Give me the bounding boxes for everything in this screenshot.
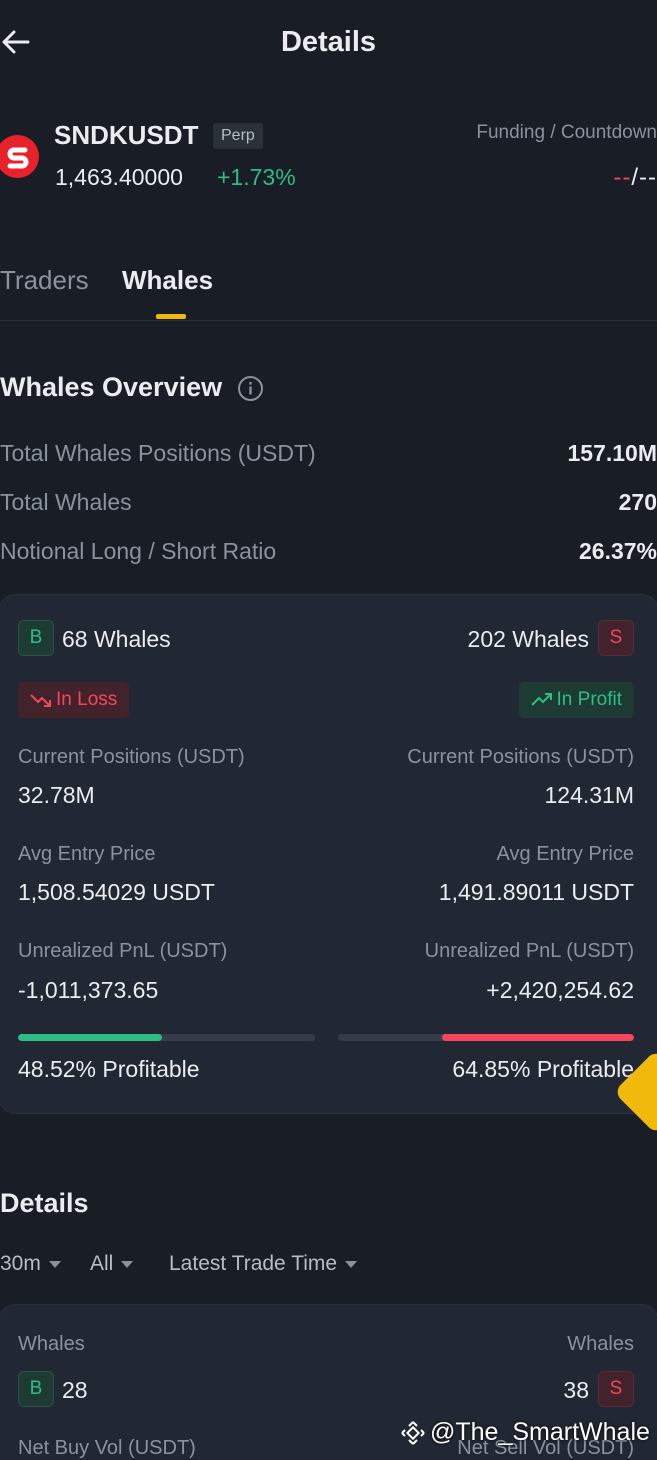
long-profitable-text: 48.52% Profitable — [18, 1056, 200, 1082]
funding-value: --/-- — [613, 164, 657, 192]
overview-label-total-whales: Total Whales — [0, 489, 132, 515]
in-loss-label: In Loss — [56, 689, 118, 710]
overview-label-ls-ratio: Notional Long / Short Ratio — [0, 538, 277, 564]
tab-divider — [0, 320, 657, 321]
details-title: Details — [0, 1188, 89, 1218]
overview-label-total-positions: Total Whales Positions (USDT) — [0, 440, 316, 466]
long-whales-count: 68 Whales — [62, 626, 171, 652]
watermark: @The_SmartWhale — [400, 1418, 650, 1447]
funding-rate: -- — [613, 164, 632, 191]
short-pnl-value: +2,420,254.62 — [486, 977, 634, 1003]
filter-sort-label: Latest Trade Time — [169, 1252, 338, 1275]
long-positions-label: Current Positions (USDT) — [18, 746, 245, 768]
watermark-text: @The_SmartWhale — [430, 1418, 650, 1446]
chevron-down-icon — [345, 1260, 358, 1268]
funding-separator: / — [631, 164, 640, 191]
details-short-count: 38 — [563, 1377, 589, 1403]
short-profitable-bar — [338, 1034, 634, 1041]
active-tab-indicator — [156, 314, 186, 319]
filter-side-label: All — [90, 1252, 114, 1275]
details-long-badge: B — [18, 1371, 54, 1407]
details-long-count: 28 — [62, 1377, 88, 1403]
long-entry-value: 1,508.54029 USDT — [18, 879, 215, 905]
last-price: 1,463.40000 — [55, 164, 183, 190]
chevron-down-icon — [48, 1260, 61, 1268]
funding-countdown: -- — [639, 164, 657, 191]
short-entry-value: 1,491.89011 USDT — [438, 879, 634, 905]
long-badge: B — [18, 620, 54, 656]
details-short-badge: S — [598, 1371, 634, 1407]
long-pnl-value: -1,011,373.65 — [18, 977, 159, 1003]
filter-timeframe[interactable]: 30m — [0, 1252, 61, 1276]
details-buy-vol-label: Net Buy Vol (USDT) — [18, 1437, 196, 1459]
tab-whales[interactable]: Whales — [122, 265, 213, 296]
token-logo-icon — [0, 135, 39, 178]
long-pnl-label: Unrealized PnL (USDT) — [18, 940, 228, 962]
trend-up-icon — [530, 693, 552, 706]
trend-down-icon — [30, 694, 51, 707]
funding-label: Funding / Countdown — [476, 122, 657, 143]
details-left-label: Whales — [18, 1333, 85, 1355]
filter-sort[interactable]: Latest Trade Time — [169, 1252, 358, 1276]
long-entry-label: Avg Entry Price — [18, 843, 156, 865]
binance-logo-icon — [401, 1420, 425, 1445]
price-change: +1.73% — [217, 164, 296, 190]
short-profitable-text: 64.85% Profitable — [452, 1056, 634, 1082]
long-profitable-bar — [18, 1034, 315, 1041]
symbol-name[interactable]: SNDKUSDT — [54, 120, 198, 151]
in-profit-badge: In Profit — [518, 682, 634, 718]
long-profitable-fill — [18, 1034, 163, 1041]
overview-value-total-whales: 270 — [618, 489, 657, 515]
details-right-label: Whales — [567, 1333, 634, 1355]
short-pnl-label: Unrealized PnL (USDT) — [424, 940, 634, 962]
long-positions-value: 32.78M — [18, 782, 95, 808]
page-title: Details — [280, 26, 377, 58]
short-positions-label: Current Positions (USDT) — [407, 746, 634, 768]
short-positions-value: 124.31M — [544, 782, 634, 808]
chevron-down-icon — [121, 1260, 134, 1268]
in-profit-label: In Profit — [556, 689, 622, 710]
overview-value-total-positions: 157.10M — [567, 440, 657, 466]
short-badge: S — [598, 620, 634, 656]
short-profitable-fill — [442, 1034, 634, 1041]
filter-side[interactable]: All — [90, 1252, 134, 1276]
tab-traders[interactable]: Traders — [0, 265, 89, 296]
in-loss-badge: In Loss — [18, 682, 130, 718]
short-entry-label: Avg Entry Price — [496, 843, 634, 865]
filter-timeframe-label: 30m — [0, 1252, 41, 1275]
short-whales-count: 202 Whales — [467, 626, 589, 652]
overview-title: Whales Overview — [0, 372, 223, 402]
overview-value-ls-ratio: 26.37% — [578, 538, 657, 564]
info-icon[interactable] — [237, 375, 264, 402]
perp-tag: Perp — [213, 123, 263, 149]
